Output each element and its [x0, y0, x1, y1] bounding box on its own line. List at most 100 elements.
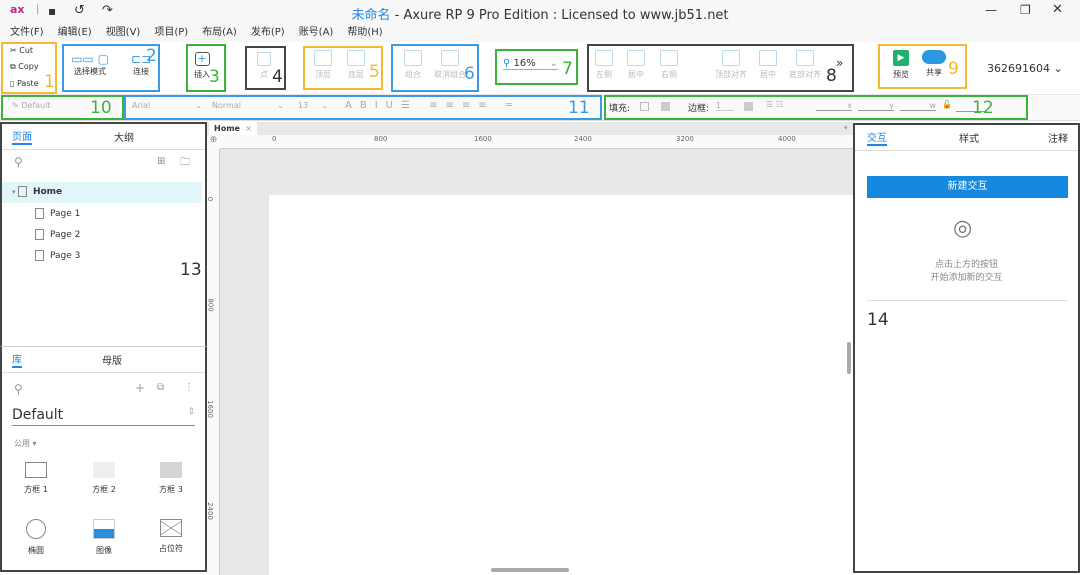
border-color-swatch[interactable]	[744, 102, 753, 111]
tab-masters[interactable]: 母版	[102, 352, 122, 367]
annotation-10: 10	[90, 98, 112, 118]
fill-image-swatch[interactable]	[661, 102, 670, 111]
account-menu[interactable]: 362691604 ⌄	[987, 62, 1063, 75]
search-icon[interactable]: ⚲	[14, 382, 23, 396]
widget-box3[interactable]: 方框 3	[141, 462, 201, 495]
tab-overflow-icon[interactable]: ▾	[844, 124, 848, 132]
page-icon	[35, 208, 44, 219]
restore-button[interactable]: ❐	[1020, 3, 1031, 17]
add-page-icon[interactable]: ⊞	[157, 156, 165, 167]
annotation-7: 7	[562, 59, 573, 79]
page-canvas[interactable]	[269, 195, 853, 575]
align-top-button[interactable]: 顶部对齐	[712, 50, 750, 80]
inspector-tabs: 交互 样式 注释	[855, 125, 1078, 151]
vertical-scrollbar[interactable]	[847, 342, 851, 374]
border-width-input[interactable]: 1	[716, 101, 734, 111]
annotation-4: 4	[272, 67, 283, 87]
minimize-button[interactable]: —	[985, 3, 997, 17]
menu-bar: 文件(F) 编辑(E) 视图(V) 项目(P) 布局(A) 发布(P) 账号(A…	[0, 24, 1080, 42]
select-mode-button[interactable]: ▭▭ ▢ 选择模式	[66, 52, 114, 77]
ruler-label: 0	[272, 135, 277, 143]
ruler-label: 1600	[205, 400, 214, 418]
ruler-label: 800	[374, 135, 388, 143]
add-library-icon[interactable]: +	[135, 381, 145, 395]
preview-button[interactable]: ▶ 预览	[888, 50, 914, 80]
text-style-buttons[interactable]: ABIU☰ ≡≡≡≡ ═	[345, 100, 520, 111]
horizontal-scrollbar[interactable]	[491, 568, 569, 572]
menu-publish[interactable]: 发布(P)	[251, 24, 285, 42]
tab-notes[interactable]: 注释	[1048, 130, 1068, 145]
y-input[interactable]: y	[858, 101, 894, 111]
copy-button[interactable]: ⧉ Copy	[10, 62, 39, 72]
menu-arrange[interactable]: 布局(A)	[202, 24, 237, 42]
page-item-3[interactable]: Page 3	[2, 246, 202, 267]
bring-to-front-button[interactable]: 顶层	[310, 50, 336, 80]
font-size-select[interactable]: 13 ⌄	[298, 101, 328, 110]
window-title: 未命名 - Axure RP 9 Pro Edition : Licensed …	[351, 8, 729, 23]
tab-outline[interactable]: 大纲	[114, 129, 134, 144]
annotation-12: 12	[972, 98, 994, 118]
widget-box2[interactable]: 方框 2	[74, 462, 134, 495]
menu-help[interactable]: 帮助(H)	[347, 24, 382, 42]
page-icon	[17, 186, 27, 197]
tab-interactions[interactable]: 交互	[867, 129, 887, 146]
x-input[interactable]: x	[816, 101, 852, 111]
tab-library[interactable]: 库	[12, 351, 22, 368]
border-style-icon[interactable]: ☰ ☷	[766, 100, 783, 109]
tab-style[interactable]: 样式	[959, 130, 979, 145]
close-button[interactable]: ✕	[1052, 2, 1063, 17]
annotation-1: 1	[44, 72, 55, 92]
font-weight-select[interactable]: Normal ⌄	[212, 101, 284, 110]
point-button[interactable]: 点	[254, 52, 274, 80]
send-to-back-button[interactable]: 底层	[343, 50, 369, 80]
canvas-area[interactable]: Home × ▾	[207, 122, 853, 575]
library-options-icon[interactable]: ⧉	[157, 382, 164, 393]
align-left-button[interactable]: 左侧	[592, 50, 616, 80]
align-middle-button[interactable]: 居中	[756, 50, 780, 80]
category-label[interactable]: 公用 ▾	[14, 438, 37, 449]
w-input[interactable]: w	[900, 101, 936, 111]
click-cursor-icon: ◎	[953, 216, 973, 241]
annotation-3: 3	[209, 67, 220, 87]
search-icon[interactable]: ⚲	[14, 155, 23, 169]
fill-color-swatch[interactable]	[640, 102, 649, 111]
menu-project[interactable]: 项目(P)	[154, 24, 188, 42]
annotation-14: 14	[867, 310, 889, 330]
cut-button[interactable]: ✂ Cut	[10, 46, 33, 55]
align-right-button[interactable]: 右侧	[657, 50, 681, 80]
page-item-1[interactable]: Page 1	[2, 204, 202, 225]
paste-button[interactable]: ▯ Paste	[10, 79, 39, 88]
more-button[interactable]: »	[836, 56, 843, 70]
zoom-select[interactable]: ⚲ 16% ⌄	[503, 58, 558, 70]
ruler-label: 1600	[474, 135, 492, 143]
widget-image[interactable]: 图像	[74, 519, 134, 556]
menu-file[interactable]: 文件(F)	[10, 24, 44, 42]
tab-home[interactable]: Home ×	[209, 122, 257, 135]
library-select[interactable]: Default ⇕	[12, 407, 195, 426]
menu-edit[interactable]: 编辑(E)	[58, 24, 92, 42]
menu-account[interactable]: 账号(A)	[299, 24, 334, 42]
share-button[interactable]: 共享	[920, 50, 948, 78]
style-select[interactable]: ✎ Default	[12, 101, 50, 110]
align-center-button[interactable]: 居中	[624, 50, 648, 80]
group-button[interactable]: 组合	[398, 50, 428, 80]
menu-view[interactable]: 视图(V)	[106, 24, 141, 42]
ruler-label: 2400	[574, 135, 592, 143]
title-bar: ax | ▪ ↺ ↷ 未命名 - Axure RP 9 Pro Edition …	[0, 0, 1080, 24]
ruler-label: 0	[206, 196, 215, 202]
page-item-home[interactable]: ▾ Home	[2, 182, 202, 203]
widget-placeholder[interactable]: 占位符	[141, 519, 201, 554]
lock-icon[interactable]: 🔓	[942, 100, 952, 109]
library-panel: 库 母版 ⚲ + ⧉ ⋮ Default ⇕ 公用 ▾ 方框 1 方框 2 方框 …	[0, 346, 207, 572]
page-item-2[interactable]: Page 2	[2, 225, 202, 246]
more-icon[interactable]: ⋮	[184, 382, 194, 393]
widget-box1[interactable]: 方框 1	[6, 462, 66, 495]
widget-ellipse[interactable]: 椭圆	[6, 519, 66, 556]
divider	[867, 300, 1068, 301]
fill-label: 填充:	[609, 104, 631, 114]
new-interaction-button[interactable]: 新建交互	[867, 176, 1068, 198]
font-select[interactable]: Arial ⌄	[132, 101, 202, 110]
tab-pages[interactable]: 页面	[12, 128, 32, 145]
align-bottom-button[interactable]: 底部对齐	[786, 50, 824, 80]
add-folder-icon[interactable]: 🗀	[180, 155, 190, 172]
